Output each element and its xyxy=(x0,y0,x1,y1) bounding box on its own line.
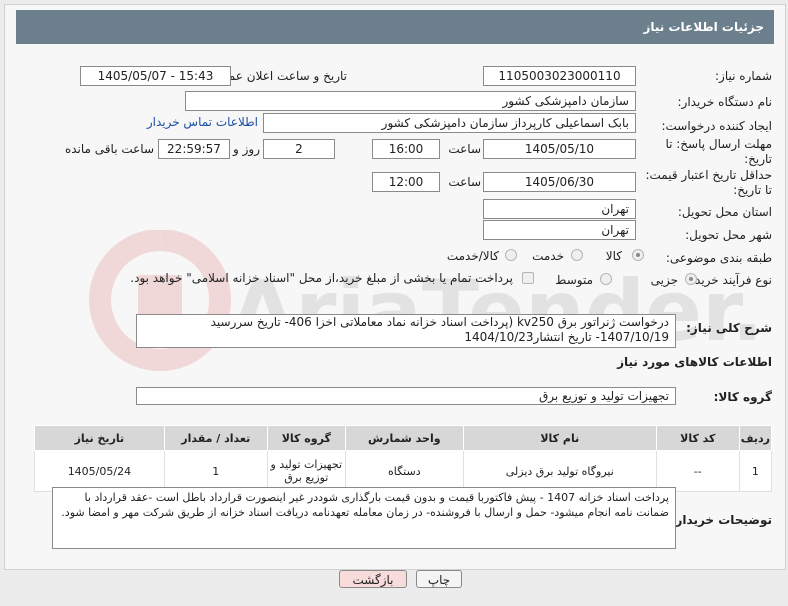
cell-qty: 1 xyxy=(163,450,268,492)
announce-field: 1405/05/07 - 15:43 xyxy=(80,66,231,86)
cell-group: تجهیزات تولید و توزیع برق xyxy=(266,450,346,492)
city-label: شهر محل تحویل: xyxy=(685,228,772,242)
process-option-minor: جزیی xyxy=(650,273,678,287)
process-radio-medium[interactable] xyxy=(600,273,612,285)
col-unit: واحد شمارش xyxy=(344,425,464,451)
page-header: جزئیات اطلاعات نیاز xyxy=(16,10,774,44)
creator-field: بابک اسماعیلی کارپرداز سازمان دامپزشکی ک… xyxy=(263,113,636,133)
back-button[interactable]: بازگشت xyxy=(339,570,407,588)
deadline-label-line2: تاریخ: xyxy=(744,152,772,166)
city-field: تهران xyxy=(483,220,636,240)
treasury-checkbox[interactable] xyxy=(522,272,534,284)
cell-code: -- xyxy=(655,450,740,492)
description-text: درخواست ژنراتور برق kv250 (پرداخت اسناد … xyxy=(210,315,669,344)
category-radio-goods-service[interactable] xyxy=(505,249,517,261)
col-group: گروه کالا xyxy=(266,425,346,451)
category-label: طبقه بندی موضوعی: xyxy=(665,251,772,265)
category-option-goods-service: کالا/خدمت xyxy=(446,249,499,263)
buyer-notes-label: توضیحات خریدار: xyxy=(670,513,772,527)
days-field: 2 xyxy=(263,139,335,159)
cell-row: 1 xyxy=(738,450,773,492)
col-row: ردیف xyxy=(738,425,773,451)
process-label: نوع فرآیند خرید : xyxy=(687,273,772,287)
creator-label: ایجاد کننده درخواست: xyxy=(661,119,772,133)
table-header-row: ردیف کد کالا نام کالا واحد شمارش گروه کا… xyxy=(34,425,773,451)
category-radio-goods[interactable] xyxy=(632,249,644,261)
validity-label-line2: تا تاریخ: xyxy=(733,183,772,197)
buyer-org-field: سازمان دامپزشکی کشور xyxy=(185,91,636,111)
deadline-time-label: ساعت xyxy=(448,142,481,156)
province-label: استان محل تحویل: xyxy=(677,205,772,219)
validity-time-field: 12:00 xyxy=(372,172,440,192)
validity-time-label: ساعت xyxy=(448,175,481,189)
col-qty: تعداد / مقدار xyxy=(163,425,268,451)
remaining-time-field: 22:59:57 xyxy=(158,139,230,159)
col-date: تاریخ نیاز xyxy=(34,425,165,451)
process-option-medium: متوسط xyxy=(555,273,593,287)
description-field: درخواست ژنراتور برق kv250 (پرداخت اسناد … xyxy=(136,314,676,348)
deadline-time-field: 16:00 xyxy=(372,139,440,159)
remaining-label: ساعت باقی مانده xyxy=(64,142,154,156)
goods-section-title: اطلاعات کالاهای مورد نیاز xyxy=(617,355,772,369)
goods-group-field: تجهیزات تولید و توزیع برق xyxy=(136,387,676,405)
buyer-notes-field: پرداخت اسناد خزانه 1407 - پیش فاکتوربا ق… xyxy=(52,487,676,549)
deadline-date-field: 1405/05/10 xyxy=(483,139,636,159)
validity-label: حداقل تاریخ اعتبار قیمت: xyxy=(645,168,772,182)
items-table: ردیف کد کالا نام کالا واحد شمارش گروه کا… xyxy=(34,425,773,492)
need-number-field: 1105003023000110 xyxy=(483,66,636,86)
col-code: کد کالا xyxy=(655,425,740,451)
table-row: 1 -- نیروگاه تولید برق دیزلی دستگاه تجهی… xyxy=(34,450,773,492)
need-number-label: شماره نیاز: xyxy=(715,69,772,83)
deadline-label: مهلت ارسال پاسخ: تا xyxy=(665,137,772,151)
category-option-service: خدمت xyxy=(532,249,564,263)
buyer-org-label: نام دستگاه خریدار: xyxy=(677,95,773,109)
print-button[interactable]: چاپ xyxy=(416,570,462,588)
goods-group-label: گروه کالا: xyxy=(713,390,772,404)
days-label: روز و xyxy=(233,142,260,156)
page-title: جزئیات اطلاعات نیاز xyxy=(643,20,764,34)
province-field: تهران xyxy=(483,199,636,219)
cell-name: نیروگاه تولید برق دیزلی xyxy=(462,450,657,492)
col-name: نام کالا xyxy=(462,425,657,451)
cell-unit: دستگاه xyxy=(344,450,464,492)
treasury-note: پرداخت تمام یا بخشی از مبلغ خرید،از محل … xyxy=(130,271,513,285)
process-radio-minor[interactable] xyxy=(685,273,697,285)
category-radio-service[interactable] xyxy=(571,249,583,261)
validity-date-field: 1405/06/30 xyxy=(483,172,636,192)
buyer-notes-text: پرداخت اسناد خزانه 1407 - پیش فاکتوربا ق… xyxy=(61,491,669,519)
contact-link[interactable]: اطلاعات تماس خریدار xyxy=(147,115,258,129)
cell-date: 1405/05/24 xyxy=(34,450,165,492)
description-label: شرح کلی نیاز: xyxy=(686,321,772,335)
category-option-goods: کالا xyxy=(605,249,622,263)
